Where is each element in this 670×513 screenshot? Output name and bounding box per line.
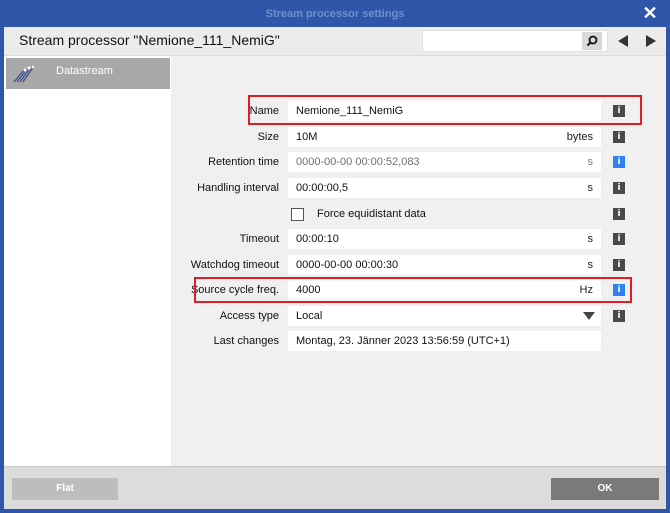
last-changes-field: Montag, 23. Jänner 2023 13:56:59 (UTC+1) xyxy=(288,331,601,351)
watchdog-info-icon[interactable]: i xyxy=(613,259,625,271)
chevron-down-icon[interactable] xyxy=(583,312,595,320)
name-field[interactable]: Nemione_111_NemiG xyxy=(288,101,601,121)
retention-row: Retention time 0000-00-00 00:00:52,083 s… xyxy=(171,152,666,174)
footer-divider xyxy=(4,466,666,467)
size-unit: bytes xyxy=(566,131,593,143)
watchdog-value: 0000-00-00 00:00:30 xyxy=(296,259,399,271)
search-input[interactable] xyxy=(422,30,608,52)
source-cycle-info-icon[interactable]: i xyxy=(613,284,625,296)
settings-panel: Name Nemione_111_NemiG i Size 10M bytes … xyxy=(171,56,666,466)
name-label: Name xyxy=(249,105,279,117)
sidebar-item-datastream[interactable]: Datastream xyxy=(6,58,170,89)
flat-button[interactable]: Flat xyxy=(12,478,118,500)
source-cycle-label: Source cycle freq. xyxy=(190,284,279,296)
header-bar: Stream processor "Nemione_111_NemiG" xyxy=(4,27,666,55)
window-title: Stream processor settings xyxy=(265,7,405,20)
size-label: Size xyxy=(257,131,279,143)
timeout-row: Timeout 00:00:10 s i xyxy=(171,229,666,251)
watchdog-row: Watchdog timeout 0000-00-00 00:00:30 s i xyxy=(171,255,666,277)
retention-value: 0000-00-00 00:00:52,083 xyxy=(296,156,420,168)
handling-label: Handling interval xyxy=(197,182,279,194)
next-button[interactable] xyxy=(642,32,660,50)
search-button[interactable] xyxy=(582,32,602,50)
retention-info-icon[interactable]: i xyxy=(613,156,625,168)
arrow-right-icon xyxy=(646,35,656,47)
watchdog-field[interactable]: 0000-00-00 00:00:30 s xyxy=(288,255,601,275)
timeout-value: 00:00:10 xyxy=(296,233,339,245)
access-type-select[interactable]: Local xyxy=(288,306,601,326)
handling-row: Handling interval 00:00:00,5 s i xyxy=(171,178,666,200)
footer-bar: Flat OK xyxy=(4,466,666,509)
size-field[interactable]: 10M bytes xyxy=(288,127,601,147)
size-info-icon[interactable]: i xyxy=(613,131,625,143)
last-changes-value: Montag, 23. Jänner 2023 13:56:59 (UTC+1) xyxy=(296,335,510,347)
handling-unit: s xyxy=(587,182,594,194)
size-value: 10M xyxy=(296,131,318,143)
title-bar: Stream processor settings ✕ xyxy=(0,0,670,27)
access-type-info-icon[interactable]: i xyxy=(613,310,625,322)
last-changes-row: Last changes Montag, 23. Jänner 2023 13:… xyxy=(171,331,666,353)
source-cycle-unit: Hz xyxy=(579,284,593,296)
equidistant-row: Force equidistant data i xyxy=(171,204,666,226)
access-type-label: Access type xyxy=(219,310,279,322)
dialog-content: Stream processor "Nemione_111_NemiG" Dat… xyxy=(4,27,666,509)
access-type-value: Local xyxy=(296,310,323,322)
equidistant-label: Force equidistant data xyxy=(317,208,426,220)
retention-label: Retention time xyxy=(208,156,279,168)
name-row: Name Nemione_111_NemiG i xyxy=(171,101,666,123)
arrow-left-icon xyxy=(618,35,628,47)
sidebar-item-label: Datastream xyxy=(56,64,113,77)
timeout-field[interactable]: 00:00:10 s xyxy=(288,229,601,249)
datastream-icon xyxy=(13,65,35,82)
watchdog-unit: s xyxy=(587,259,594,271)
previous-button[interactable] xyxy=(614,32,632,50)
settings-window: Stream processor settings ✕ Stream proce… xyxy=(0,0,670,513)
close-icon[interactable]: ✕ xyxy=(640,3,660,23)
watchdog-label: Watchdog timeout xyxy=(190,259,279,271)
page-title: Stream processor "Nemione_111_NemiG" xyxy=(19,32,280,48)
search-icon xyxy=(586,35,598,47)
access-type-row: Access type Local i xyxy=(171,306,666,328)
sidebar: Datastream xyxy=(4,56,171,466)
source-cycle-value: 4000 xyxy=(296,284,321,296)
last-changes-label: Last changes xyxy=(213,335,279,347)
handling-info-icon[interactable]: i xyxy=(613,182,625,194)
equidistant-info-icon[interactable]: i xyxy=(613,208,625,220)
timeout-info-icon[interactable]: i xyxy=(613,233,625,245)
source-cycle-row: Source cycle freq. 4000 Hz i xyxy=(171,280,666,302)
retention-field: 0000-00-00 00:00:52,083 s xyxy=(288,152,601,172)
ok-button[interactable]: OK xyxy=(551,478,659,500)
name-value: Nemione_111_NemiG xyxy=(296,105,404,117)
size-row: Size 10M bytes i xyxy=(171,127,666,149)
source-cycle-field[interactable]: 4000 Hz xyxy=(288,280,601,300)
equidistant-checkbox[interactable] xyxy=(291,208,304,221)
name-info-icon[interactable]: i xyxy=(613,105,625,117)
handling-field[interactable]: 00:00:00,5 s xyxy=(288,178,601,198)
timeout-unit: s xyxy=(587,233,594,245)
handling-value: 00:00:00,5 xyxy=(296,182,348,194)
timeout-label: Timeout xyxy=(239,233,279,245)
retention-unit: s xyxy=(587,156,594,168)
